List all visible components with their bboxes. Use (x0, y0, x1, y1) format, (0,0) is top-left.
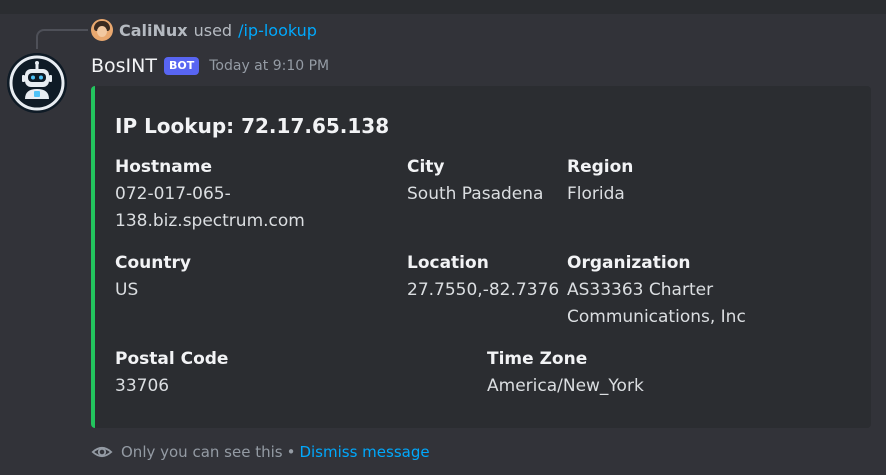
field-name: Postal Code (115, 349, 229, 369)
reply-username[interactable]: CaliNux (119, 21, 188, 40)
field-hostname: Hostname 072-017-065- 138.biz.spectrum.c… (115, 154, 305, 235)
field-city: City South Pasadena (407, 154, 543, 208)
field-name: City (407, 157, 445, 177)
field-value: Florida (567, 184, 625, 204)
separator-dot: • (286, 443, 296, 461)
field-name: Organization (567, 253, 691, 273)
message-timestamp[interactable]: Today at 9:10 PM (209, 58, 329, 74)
field-value: US (115, 280, 139, 300)
dismiss-message-link[interactable]: Dismiss message (299, 443, 429, 461)
ip-lookup-embed: IP Lookup: 72.17.65.138 Hostname 072-017… (91, 86, 871, 428)
field-name: Location (407, 253, 489, 273)
field-value: 27.7550,-82.7376 (407, 280, 560, 300)
field-time-zone: Time Zone America/New_York (487, 346, 644, 400)
bot-username[interactable]: BosINT (91, 55, 157, 77)
field-value: 072-017-065- (115, 184, 231, 204)
field-value: AS33363 Charter (567, 280, 714, 300)
field-name: Time Zone (487, 349, 588, 369)
reply-connector-line (36, 29, 88, 49)
field-name: Country (115, 253, 191, 273)
embed-title: IP Lookup: 72.17.65.138 (115, 114, 390, 138)
channel-top-strip (0, 0, 886, 14)
slash-command-link[interactable]: /ip-lookup (238, 21, 317, 40)
robot-avatar-icon (7, 53, 67, 113)
field-value: 138.biz.spectrum.com (115, 211, 305, 231)
field-region: Region Florida (567, 154, 633, 208)
user-avatar-small[interactable] (91, 19, 113, 41)
field-name: Hostname (115, 157, 212, 177)
ephemeral-notice: Only you can see this • Dismiss message (91, 440, 430, 464)
field-value: 33706 (115, 376, 170, 396)
reply-used-text: used (193, 20, 233, 40)
bot-badge: BOT (163, 57, 200, 75)
field-value: America/New_York (487, 376, 644, 396)
command-reply-context[interactable]: CaliNux used /ip-lookup (91, 18, 317, 42)
field-name: Region (567, 157, 634, 177)
field-postal-code: Postal Code 33706 (115, 346, 228, 400)
field-location: Location 27.7550,-82.7376 (407, 250, 559, 304)
field-value: South Pasadena (407, 184, 544, 204)
message-header: BosINT BOT Today at 9:10 PM (91, 52, 329, 80)
field-value: Communications, Inc (567, 307, 746, 327)
field-country: Country US (115, 250, 191, 304)
ephemeral-text: Only you can see this (121, 443, 283, 461)
eye-icon (91, 446, 113, 458)
bot-avatar[interactable] (7, 53, 67, 113)
field-organization: Organization AS33363 Charter Communicati… (567, 250, 746, 331)
